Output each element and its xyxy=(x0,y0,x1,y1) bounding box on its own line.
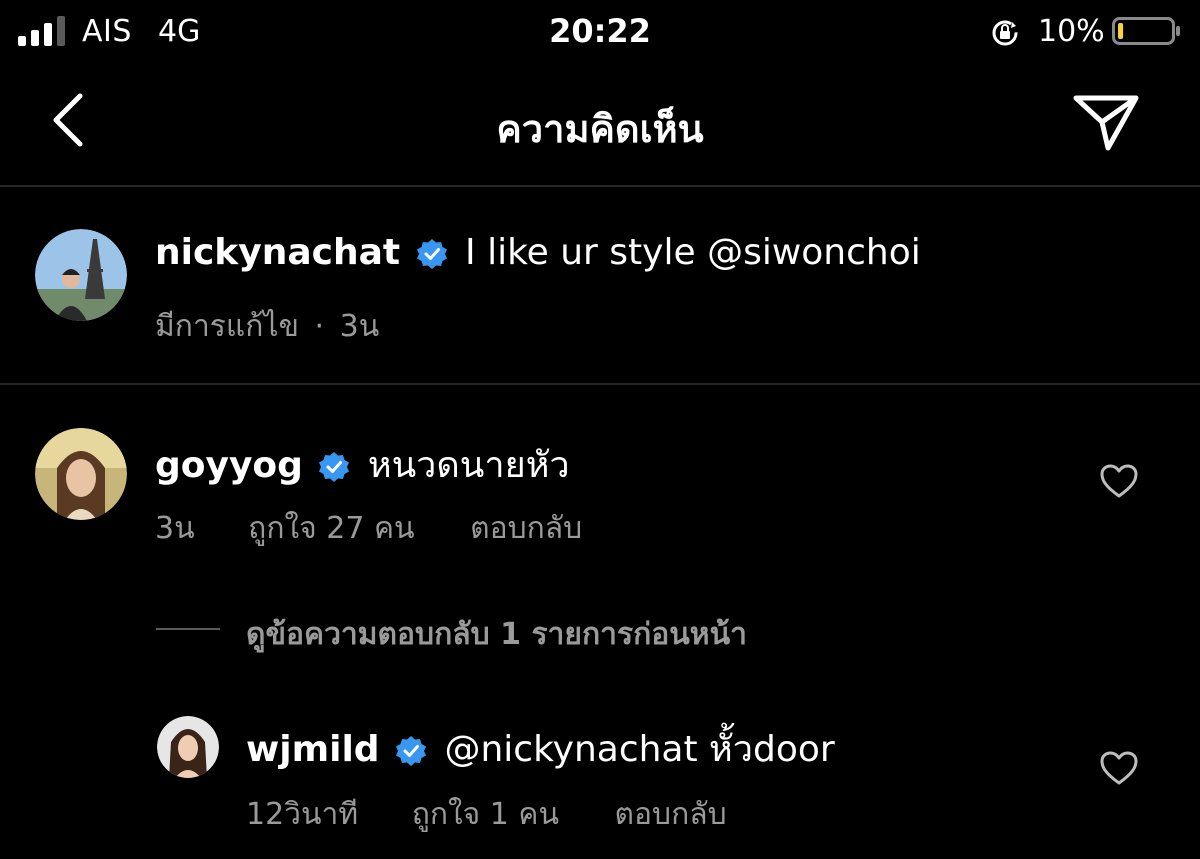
likes-count[interactable]: ถูกใจ 27 คน xyxy=(248,511,414,546)
heart-icon[interactable] xyxy=(1099,463,1139,499)
caption-text: I like ur style @siwonchoi xyxy=(465,232,921,273)
edited-label: มีการแก้ไข xyxy=(155,309,299,344)
verified-badge-icon xyxy=(319,452,350,482)
replies-line xyxy=(156,628,220,630)
reply-meta: 12วินาที ถูกใจ 1 คน ตอบกลับ xyxy=(246,791,727,838)
comment-text: หนวดนายหัว xyxy=(367,445,570,486)
caption-meta: มีการแก้ไข · 3น xyxy=(155,303,379,350)
avatar[interactable] xyxy=(157,716,219,778)
reply-text: @nickynachat หั้วdoor xyxy=(444,729,835,770)
comment-meta: 3น ถูกใจ 27 คน ตอบกลับ xyxy=(155,505,582,552)
comment-time: 3น xyxy=(155,511,195,546)
avatar[interactable] xyxy=(35,428,127,520)
heart-icon[interactable] xyxy=(1099,750,1139,786)
caption-username[interactable]: nickynachat xyxy=(155,232,400,273)
caption-divider xyxy=(0,383,1200,385)
rotation-lock-icon xyxy=(992,20,1018,46)
view-replies-link[interactable]: ดูข้อความตอบกลับ 1 รายการก่อนหน้า xyxy=(246,611,747,658)
caption-time: 3น xyxy=(339,309,380,344)
reply-row: wjmild @nickynachat หั้วdoor xyxy=(246,720,835,777)
verified-badge-icon xyxy=(396,736,427,766)
header-divider xyxy=(0,185,1200,187)
comment-username[interactable]: goyyog xyxy=(155,445,303,486)
meta-separator: · xyxy=(314,309,325,344)
reply-button[interactable]: ตอบกลับ xyxy=(470,511,582,546)
page-title: ความคิดเห็น xyxy=(496,107,704,151)
battery-percentage: 10% xyxy=(1038,14,1105,49)
likes-count[interactable]: ถูกใจ 1 คน xyxy=(412,797,559,832)
avatar[interactable] xyxy=(35,229,127,321)
battery-icon xyxy=(1112,17,1180,45)
reply-time: 12วินาที xyxy=(246,797,359,832)
paper-plane-icon[interactable] xyxy=(1070,92,1142,152)
status-time: 20:22 xyxy=(549,12,651,50)
verified-badge-icon xyxy=(416,239,447,269)
reply-username[interactable]: wjmild xyxy=(246,729,380,770)
caption-row: nickynachat I like ur style @siwonchoi xyxy=(155,232,921,273)
reply-button[interactable]: ตอบกลับ xyxy=(615,797,727,832)
comment-row: goyyog หนวดนายหัว xyxy=(155,436,570,493)
